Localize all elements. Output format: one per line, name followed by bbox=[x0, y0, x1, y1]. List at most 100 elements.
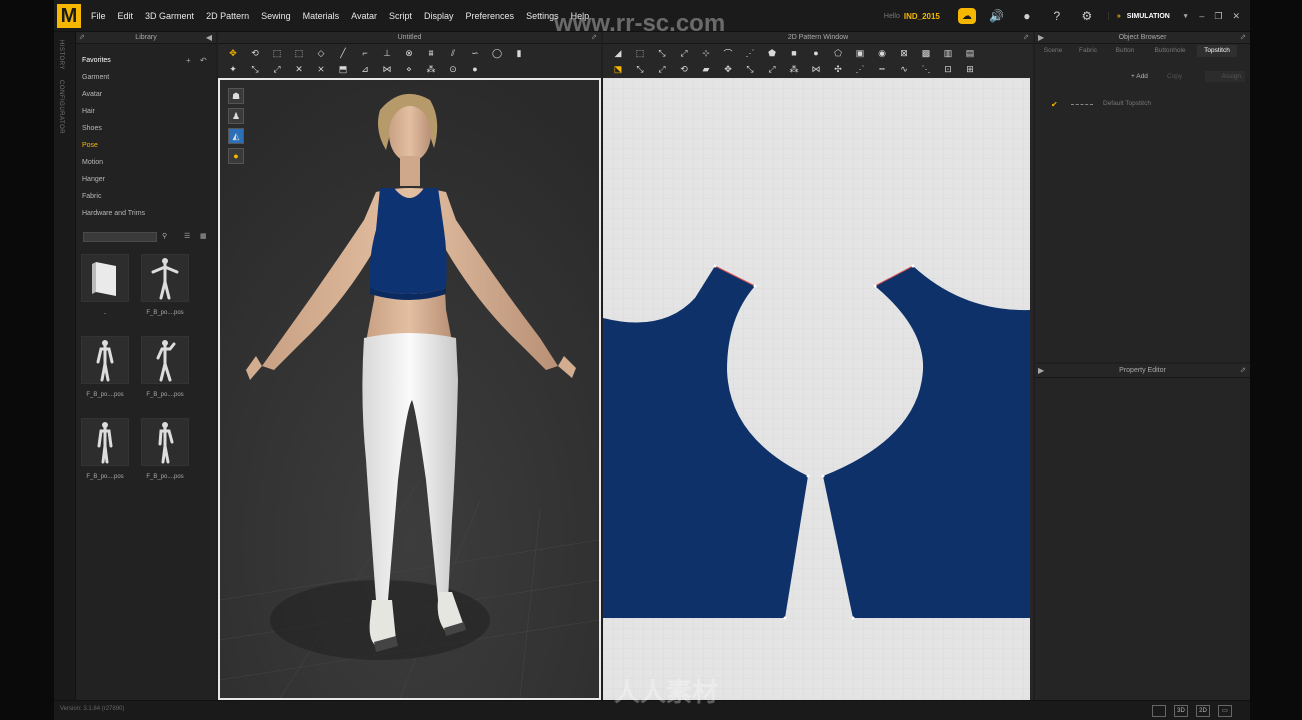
library-item-favorites[interactable]: Favorites bbox=[82, 57, 111, 64]
pleat-icon[interactable]: ▤ bbox=[963, 47, 977, 59]
library-item-motion[interactable]: Motion bbox=[82, 159, 103, 166]
pattern-canvas[interactable] bbox=[603, 78, 1030, 700]
menu-3d-garment[interactable]: 3D Garment bbox=[145, 11, 194, 21]
expand-right-icon[interactable]: ▶ bbox=[1038, 32, 1044, 44]
check-sewing-icon[interactable]: ⟲ bbox=[677, 63, 691, 75]
restore-icon[interactable]: ❐ bbox=[1214, 11, 1222, 22]
library-item-hardware-trims[interactable]: Hardware and Trims bbox=[82, 210, 145, 217]
topstitch-icon[interactable]: ⋈ bbox=[380, 63, 394, 75]
dart-icon[interactable]: ⊠ bbox=[897, 47, 911, 59]
view-full-button[interactable]: ▭ bbox=[1218, 705, 1232, 717]
menu-display[interactable]: Display bbox=[424, 11, 454, 21]
menu-materials[interactable]: Materials bbox=[303, 11, 340, 21]
lasso-icon[interactable]: ◯ bbox=[490, 47, 504, 59]
garment-fit-icon[interactable]: ⩩ bbox=[424, 47, 438, 59]
arrange-icon[interactable]: ⤡ bbox=[248, 63, 262, 75]
tack-icon[interactable]: ⊥ bbox=[380, 47, 394, 59]
box-select-icon[interactable]: ⬚ bbox=[270, 47, 284, 59]
buttonhole-icon[interactable]: ⋈ bbox=[809, 63, 823, 75]
gear-icon[interactable]: ⚙ bbox=[1078, 8, 1096, 24]
menu-settings[interactable]: Settings bbox=[526, 11, 559, 21]
brush-icon[interactable]: ∽ bbox=[468, 47, 482, 59]
zipper-2d-icon[interactable]: ⊡ bbox=[941, 63, 955, 75]
library-item-hair[interactable]: Hair bbox=[82, 108, 95, 115]
edit-pattern-icon[interactable]: ⬚ bbox=[633, 47, 647, 59]
pin-2d-icon[interactable]: ⊞ bbox=[963, 63, 977, 75]
cloud-icon[interactable]: ☁ bbox=[957, 8, 976, 24]
measure-icon[interactable]: ⫽ bbox=[446, 47, 460, 59]
seam-allowance-icon[interactable]: ▥ bbox=[941, 47, 955, 59]
menu-sewing[interactable]: Sewing bbox=[261, 11, 291, 21]
circle-tool-icon[interactable]: ● bbox=[468, 63, 482, 75]
fold-icon[interactable]: ⌐ bbox=[358, 47, 372, 59]
undock-icon[interactable]: ⬀ bbox=[1023, 32, 1029, 44]
copy-button[interactable]: Copy bbox=[1163, 71, 1186, 82]
tab-history[interactable]: HISTORY bbox=[58, 40, 64, 70]
thumb-pose[interactable] bbox=[81, 336, 129, 384]
view-2d-button[interactable]: 2D bbox=[1196, 705, 1210, 717]
3d-viewport[interactable]: ☗ ♟ ◭ ● bbox=[218, 78, 601, 700]
transform-pattern-icon[interactable]: ◢ bbox=[611, 47, 625, 59]
minimize-icon[interactable]: – bbox=[1199, 11, 1204, 21]
free-topstitch-icon[interactable]: ∿ bbox=[897, 63, 911, 75]
circle-icon[interactable]: ● bbox=[809, 47, 823, 59]
expand-right-icon[interactable]: ▶ bbox=[1038, 364, 1044, 378]
menu-help[interactable]: Help bbox=[571, 11, 590, 21]
grid-view-icon[interactable]: ▦ bbox=[200, 232, 207, 240]
garment-display-icon[interactable]: ◭ bbox=[228, 128, 244, 144]
avatar-skin-icon[interactable]: ● bbox=[228, 148, 244, 164]
tab-button[interactable]: Button bbox=[1109, 45, 1141, 57]
thumb-pose[interactable] bbox=[141, 254, 189, 302]
button-icon[interactable]: ⬒ bbox=[336, 63, 350, 75]
avatar-move-icon[interactable]: ✦ bbox=[226, 63, 240, 75]
undock-icon[interactable]: ⬀ bbox=[591, 32, 597, 44]
library-item-hanger[interactable]: Hanger bbox=[82, 176, 105, 183]
pin-icon[interactable]: ⬀ bbox=[79, 32, 85, 44]
add-button[interactable]: + Add bbox=[1127, 71, 1152, 82]
topstitch-2d-icon[interactable]: ⋰ bbox=[853, 63, 867, 75]
library-item-fabric[interactable]: Fabric bbox=[82, 193, 101, 200]
library-item-shoes[interactable]: Shoes bbox=[82, 125, 102, 132]
pin-add-icon[interactable]: ⊙ bbox=[446, 63, 460, 75]
menu-edit[interactable]: Edit bbox=[118, 11, 134, 21]
library-item-garment[interactable]: Garment bbox=[82, 74, 109, 81]
puckering-icon[interactable]: ⋄ bbox=[402, 63, 416, 75]
graphic-edit-icon[interactable]: ⤢ bbox=[765, 63, 779, 75]
library-item-pose[interactable]: Pose bbox=[82, 142, 98, 149]
tab-topstitch[interactable]: Topstitch bbox=[1197, 45, 1237, 57]
select-button-icon[interactable]: ✣ bbox=[831, 63, 845, 75]
simulation-toggle[interactable]: » SIMULATION ▾ bbox=[1107, 12, 1188, 20]
speaker-icon[interactable]: 🔊 bbox=[988, 8, 1006, 24]
back-icon[interactable]: ↶ bbox=[200, 56, 207, 65]
pose-edit-icon[interactable]: ✕ bbox=[292, 63, 306, 75]
menu-avatar[interactable]: Avatar bbox=[351, 11, 377, 21]
pin-icon[interactable]: ⊗ bbox=[402, 47, 416, 59]
collapse-left-icon[interactable]: ◀ bbox=[206, 32, 212, 44]
library-item-avatar[interactable]: Avatar bbox=[82, 91, 102, 98]
trace-icon[interactable]: ▩ bbox=[919, 47, 933, 59]
undock-icon[interactable]: ⬀ bbox=[1240, 364, 1246, 378]
internal-polygon-icon[interactable]: ⬠ bbox=[831, 47, 845, 59]
tab-buttonhole[interactable]: Buttonhole bbox=[1147, 45, 1193, 57]
internal-circle-icon[interactable]: ◉ bbox=[875, 47, 889, 59]
rectangle-icon[interactable]: ■ bbox=[787, 47, 801, 59]
dropdown-arrow-icon[interactable]: ▾ bbox=[1184, 12, 1188, 20]
list-view-icon[interactable]: ☰ bbox=[184, 232, 190, 240]
segment-sewing-icon[interactable]: ⬔ bbox=[611, 63, 625, 75]
segment-topstitch-icon[interactable]: ┅ bbox=[875, 63, 889, 75]
ruler-icon[interactable]: ▮ bbox=[512, 47, 526, 59]
tab-configurator[interactable]: CONFIGURATOR bbox=[58, 80, 64, 134]
button-2d-icon[interactable]: ⁂ bbox=[787, 63, 801, 75]
user-icon[interactable]: ● bbox=[1018, 8, 1036, 24]
help-icon[interactable]: ? bbox=[1048, 8, 1066, 24]
add-favorite-icon[interactable]: + bbox=[186, 56, 191, 65]
line-icon[interactable]: ╱ bbox=[336, 47, 350, 59]
curve-point-icon[interactable]: ⤢ bbox=[677, 47, 691, 59]
tack-on-avatar-icon[interactable]: ▰ bbox=[699, 63, 713, 75]
menu-preferences[interactable]: Preferences bbox=[466, 11, 515, 21]
texture-icon[interactable]: ⁂ bbox=[424, 63, 438, 75]
polygon-icon[interactable]: ⬟ bbox=[765, 47, 779, 59]
thumb-pose[interactable] bbox=[141, 336, 189, 384]
tab-scene[interactable]: Scene bbox=[1039, 45, 1067, 57]
search-icon[interactable]: ⚲ bbox=[162, 232, 167, 240]
